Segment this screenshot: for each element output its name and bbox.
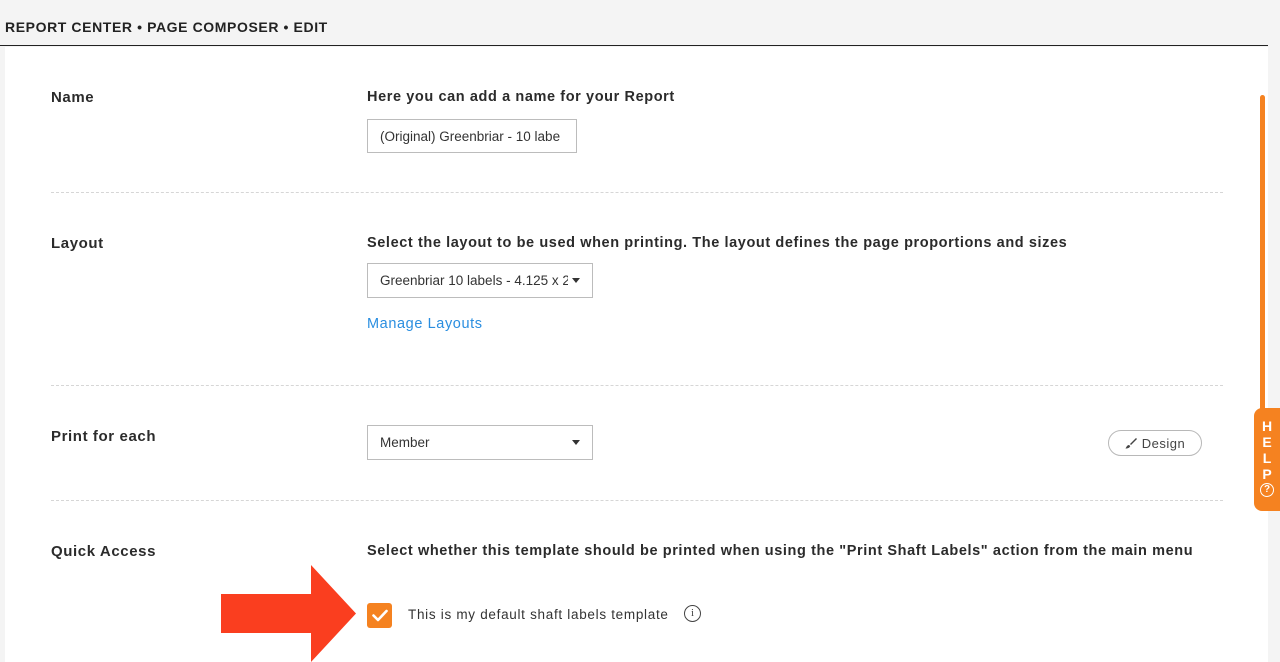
help-letter-e: E bbox=[1262, 434, 1272, 450]
report-name-input[interactable]: (Original) Greenbriar - 10 labe bbox=[367, 119, 577, 153]
help-letter-l: L bbox=[1262, 450, 1272, 466]
report-name-value: (Original) Greenbriar - 10 labe bbox=[380, 128, 561, 144]
print-for-each-select[interactable]: Member bbox=[367, 425, 593, 460]
section-divider bbox=[51, 500, 1223, 501]
annotation-arrow bbox=[221, 565, 356, 662]
chevron-down-icon bbox=[572, 278, 580, 283]
quick-access-label: Quick Access bbox=[51, 543, 157, 560]
layout-select[interactable]: Greenbriar 10 labels - 4.125 x 2 bbox=[367, 263, 593, 298]
chevron-down-icon bbox=[572, 440, 580, 445]
name-section-label: Name bbox=[51, 89, 95, 106]
layout-section-label: Layout bbox=[51, 235, 104, 252]
help-letter-h: H bbox=[1261, 418, 1273, 434]
section-divider bbox=[51, 385, 1223, 386]
design-button[interactable]: Design bbox=[1108, 430, 1202, 456]
manage-layouts-link[interactable]: Manage Layouts bbox=[367, 316, 483, 332]
default-template-checkbox[interactable] bbox=[367, 603, 392, 628]
design-button-label: Design bbox=[1141, 435, 1186, 451]
name-section-description: Here you can add a name for your Report bbox=[367, 89, 675, 105]
checkmark-icon bbox=[371, 609, 388, 622]
default-template-checkbox-label[interactable]: This is my default shaft labels template bbox=[408, 607, 669, 622]
info-icon[interactable]: i bbox=[684, 605, 701, 622]
breadcrumb: REPORT CENTER • PAGE COMPOSER • EDIT bbox=[5, 19, 328, 35]
scrollbar-thumb[interactable] bbox=[1260, 95, 1265, 425]
brush-icon bbox=[1125, 438, 1137, 449]
print-for-each-label: Print for each bbox=[51, 428, 157, 445]
help-letter-p: P bbox=[1262, 466, 1272, 482]
section-divider bbox=[51, 192, 1223, 193]
question-circle-icon: ? bbox=[1260, 483, 1274, 497]
main-panel bbox=[5, 47, 1268, 662]
quick-access-description: Select whether this template should be p… bbox=[367, 543, 1194, 559]
layout-section-description: Select the layout to be used when printi… bbox=[367, 235, 1068, 251]
print-for-each-value: Member bbox=[380, 435, 430, 450]
top-bar: REPORT CENTER • PAGE COMPOSER • EDIT bbox=[0, 0, 1268, 46]
help-tab[interactable]: H E L P ? bbox=[1254, 408, 1280, 511]
layout-select-value: Greenbriar 10 labels - 4.125 x 2 bbox=[380, 273, 568, 288]
